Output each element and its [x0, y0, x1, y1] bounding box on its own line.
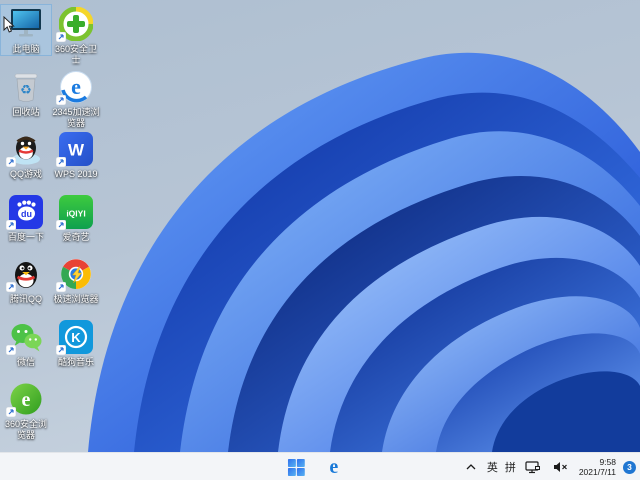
desktop-icon-label: 爱奇艺	[62, 231, 90, 242]
desktop-icon-label: 极速浏览器	[53, 294, 99, 304]
desktop-icon-2345-browser[interactable]: e 2345加速浏览器	[50, 67, 102, 130]
shortcut-arrow-icon	[56, 157, 66, 167]
tray-chevron-up-icon[interactable]	[462, 455, 480, 479]
start-button[interactable]	[283, 455, 309, 479]
iqiyi-icon: iQIYI	[56, 194, 94, 230]
shortcut-arrow-icon	[56, 282, 66, 292]
desktop-icon-label: 酷狗音乐	[57, 356, 94, 367]
edge-browser-icon[interactable]: e	[321, 455, 347, 479]
recycle-bin-icon: ♻	[8, 70, 44, 104]
volume-muted-icon[interactable]	[550, 455, 572, 479]
svg-text:iQIYI: iQIYI	[66, 208, 85, 218]
shortcut-arrow-icon	[6, 282, 16, 292]
desktop-icon-wechat[interactable]: 微信	[0, 317, 52, 369]
tencent-qq-icon	[6, 257, 44, 292]
svg-text:♻: ♻	[20, 82, 32, 97]
desktop-icon-label: WPS 2019	[54, 169, 98, 179]
speed-browser-icon	[56, 257, 94, 292]
desktop-icon-label: 360安全浏览器	[4, 419, 48, 440]
desktop-icon-qq-game[interactable]: QQ游戏	[0, 129, 52, 181]
desktop-icon-label: 2345加速浏览器	[52, 106, 100, 128]
desktop-icon-label: 百度一下	[7, 231, 44, 242]
desktop-icon-label: 360安全卫士	[54, 44, 98, 65]
desktop-icon-baidu[interactable]: du 百度一下	[0, 192, 52, 244]
notification-badge[interactable]: 3	[623, 460, 636, 474]
shortcut-arrow-icon	[56, 219, 66, 230]
desktop-icon-kugou[interactable]: K 酷狗音乐	[50, 317, 102, 369]
shortcut-arrow-icon	[6, 407, 16, 417]
ime-mode-indicator[interactable]: 拼	[505, 459, 516, 475]
clock[interactable]: 9:58 2021/7/11	[579, 457, 616, 477]
desktop-icon-label: 回收站	[12, 106, 40, 117]
desktop-icon-label: 微信	[16, 356, 35, 367]
desktop-icon-label: 此电脑	[12, 44, 40, 54]
shortcut-arrow-icon	[56, 94, 66, 105]
ime-language-indicator[interactable]: 英	[487, 459, 498, 475]
svg-text:W: W	[68, 141, 85, 160]
wechat-icon	[6, 320, 44, 355]
2345-browser-icon: e	[56, 70, 94, 105]
edge-e-glyph: e	[329, 456, 339, 478]
shortcut-arrow-icon	[6, 219, 16, 230]
desktop: 此电脑 360安全卫士 ♻ 回收站 e 2345加速浏览器 QQ游戏 W WPS …	[0, 0, 640, 452]
wps-icon: W	[56, 132, 94, 167]
clock-time: 9:58	[599, 457, 616, 467]
desktop-icon-wps[interactable]: W WPS 2019	[50, 129, 102, 181]
baidu-icon: du	[6, 194, 44, 230]
desktop-icon-label: 腾讯QQ	[9, 294, 42, 304]
kugou-icon: K	[56, 319, 94, 355]
desktop-icon-360-browser[interactable]: e 360安全浏览器	[0, 379, 52, 442]
desktop-icon-speed-browser[interactable]: 极速浏览器	[50, 254, 102, 306]
system-tray: 英 拼 9:58 2021/7/11 3	[462, 453, 636, 480]
mouse-cursor	[3, 16, 15, 33]
shortcut-arrow-icon	[56, 32, 66, 42]
360-safety-icon	[56, 7, 94, 42]
desktop-icon-iqiyi[interactable]: iQIYI 爱奇艺	[50, 192, 102, 244]
qq-game-icon	[6, 132, 44, 167]
shortcut-arrow-icon	[6, 344, 16, 355]
taskbar: e 英 拼 9:58 2021/7/11 3	[0, 452, 640, 480]
shortcut-arrow-icon	[56, 344, 66, 355]
svg-text:du: du	[21, 209, 32, 219]
windows-logo-icon	[287, 458, 305, 476]
desktop-icon-recycle-bin[interactable]: ♻ 回收站	[0, 67, 52, 119]
desktop-icon-label: QQ游戏	[9, 169, 42, 179]
desktop-icon-360-safety[interactable]: 360安全卫士	[50, 4, 102, 67]
svg-text:e: e	[71, 74, 81, 99]
clock-date: 2021/7/11	[578, 467, 616, 477]
desktop-icon-tencent-qq[interactable]: 腾讯QQ	[0, 254, 52, 306]
network-icon[interactable]	[523, 455, 543, 479]
svg-text:K: K	[71, 330, 81, 345]
360-browser-icon: e	[6, 382, 44, 417]
shortcut-arrow-icon	[6, 157, 16, 167]
svg-text:e: e	[22, 389, 31, 411]
